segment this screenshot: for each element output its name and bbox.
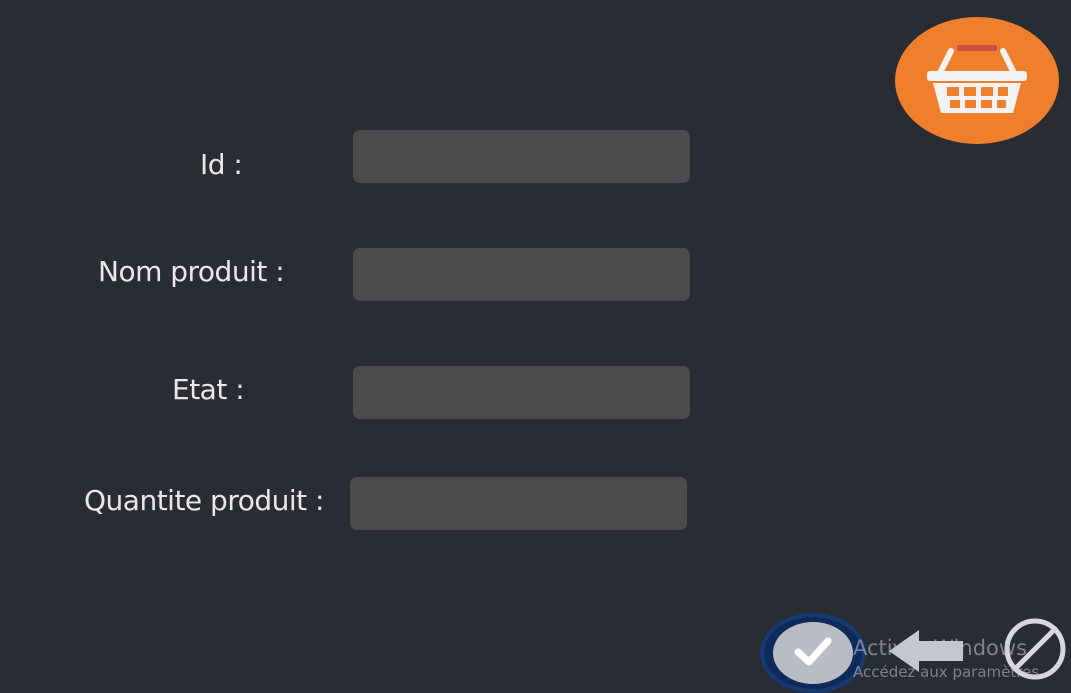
validate-button[interactable] xyxy=(760,613,866,693)
cancel-button[interactable] xyxy=(1000,616,1070,681)
nom-produit-label: Nom produit : xyxy=(98,255,285,288)
prohibited-icon xyxy=(1004,618,1066,680)
id-label: Id : xyxy=(200,148,243,181)
back-button[interactable] xyxy=(885,626,965,676)
arrow-left-icon xyxy=(889,630,963,672)
etat-input[interactable] xyxy=(353,366,690,419)
etat-label: Etat : xyxy=(172,373,245,406)
quantite-produit-label: Quantite produit : xyxy=(84,484,324,517)
basket-badge xyxy=(895,17,1059,144)
shopping-basket-icon xyxy=(927,45,1027,113)
quantite-produit-input[interactable] xyxy=(350,477,687,530)
nom-produit-input[interactable] xyxy=(353,248,690,301)
checkmark-icon xyxy=(794,637,832,666)
id-input[interactable] xyxy=(353,130,690,183)
